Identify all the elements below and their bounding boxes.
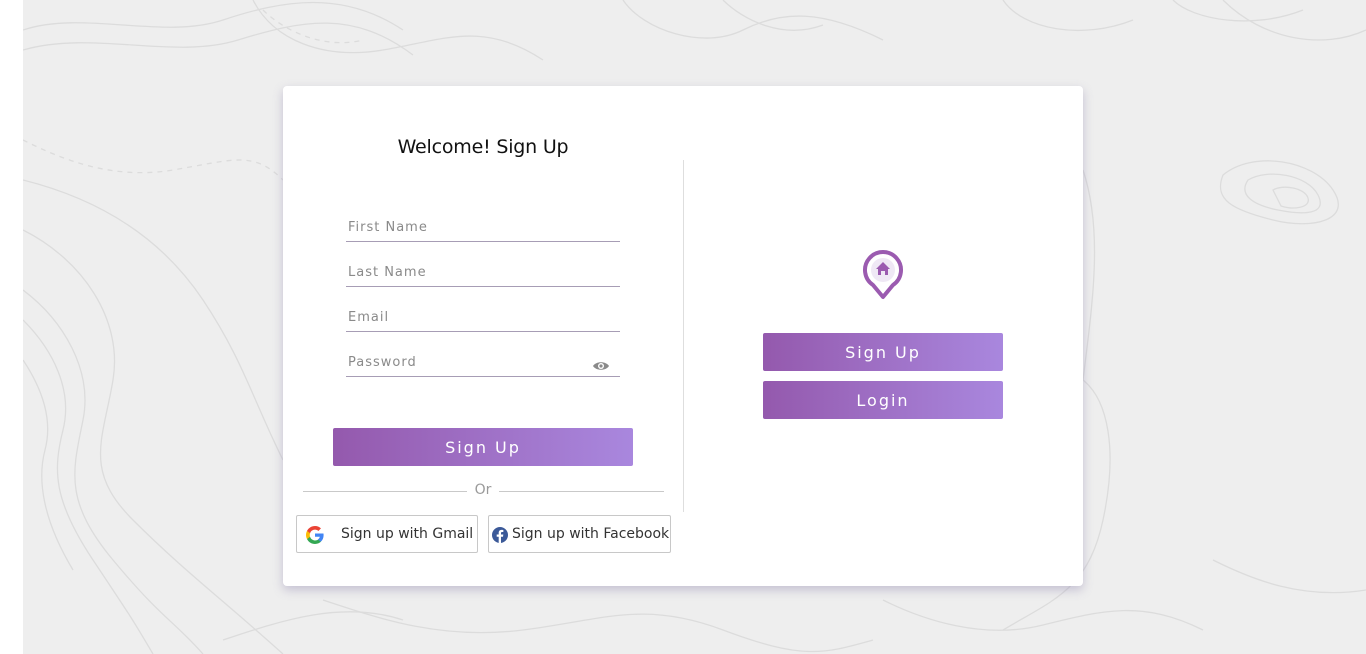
gmail-signup-label: Sign up with Gmail [341, 526, 474, 542]
gmail-signup-button[interactable]: Sign up with Gmail [296, 515, 478, 553]
side-login-button[interactable]: Login [763, 381, 1003, 419]
or-divider-left [303, 491, 467, 492]
eye-icon[interactable] [592, 358, 610, 372]
or-divider-right [499, 491, 664, 492]
or-separator-label: Or [474, 482, 492, 498]
facebook-icon [492, 527, 508, 543]
home-pin-icon [861, 246, 905, 300]
first-name-input[interactable] [346, 215, 588, 239]
vertical-divider [683, 160, 684, 512]
email-field[interactable] [346, 305, 620, 332]
password-input[interactable] [346, 350, 588, 374]
facebook-signup-button[interactable]: Sign up with Facebook [488, 515, 671, 553]
google-icon [306, 526, 324, 544]
form-title: Welcome! Sign Up [397, 136, 569, 158]
email-input[interactable] [346, 305, 588, 329]
last-name-field[interactable] [346, 260, 620, 287]
facebook-signup-label: Sign up with Facebook [512, 526, 670, 542]
password-field[interactable] [346, 350, 620, 377]
first-name-field[interactable] [346, 215, 620, 242]
side-signup-button[interactable]: Sign Up [763, 333, 1003, 371]
last-name-input[interactable] [346, 260, 588, 284]
signup-submit-button[interactable]: Sign Up [333, 428, 633, 466]
signup-card: Welcome! Sign Up Sign Up Or [283, 86, 1083, 586]
